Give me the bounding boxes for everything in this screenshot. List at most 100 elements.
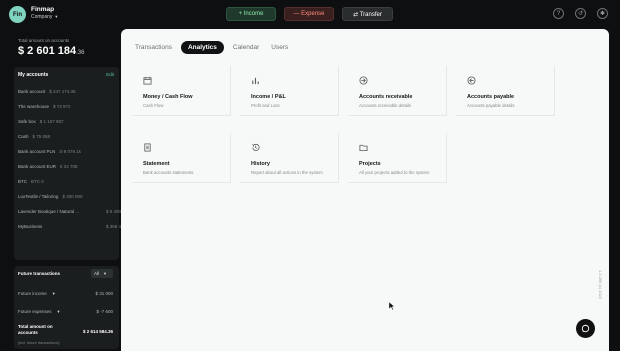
accounts-panel: My accounts Edit Bank account $ 247 174.3… bbox=[14, 67, 126, 260]
chat-support-button[interactable] bbox=[576, 319, 595, 338]
account-amount: $ 8 400 bbox=[106, 209, 122, 214]
chevron-down-icon: ▼ bbox=[103, 271, 107, 276]
help-icon[interactable]: ? bbox=[553, 8, 564, 19]
report-card-cash-flow[interactable]: Money / Cash Flow Cash Flow bbox=[132, 66, 231, 116]
chevron-down-icon: ▼ bbox=[56, 309, 61, 314]
chat-bubble-icon bbox=[581, 324, 590, 333]
account-name: Bank account EUR bbox=[18, 164, 57, 169]
accounts-title: My accounts bbox=[18, 72, 49, 78]
app-name: Finmap bbox=[31, 6, 55, 13]
history-icon bbox=[252, 143, 260, 151]
card-description: Profit and Loss bbox=[251, 103, 280, 108]
card-title: Statement bbox=[143, 161, 170, 167]
company-selector[interactable]: Company ▼ bbox=[31, 14, 58, 20]
card-title: History bbox=[251, 161, 270, 167]
account-amount: BTC 0 bbox=[31, 179, 44, 184]
report-card-accounts-payable[interactable]: Accounts payable Accounts payable detail… bbox=[456, 66, 555, 116]
account-row[interactable]: Bank account $ 247 174.38 bbox=[18, 89, 76, 94]
bar-chart-icon bbox=[252, 77, 259, 85]
account-row[interactable]: The warehouse $ 73 972 bbox=[18, 104, 71, 109]
card-title: Projects bbox=[359, 161, 381, 167]
card-description: Accounts payable details bbox=[467, 103, 515, 108]
account-amount: $ 1 157 987 bbox=[39, 119, 64, 124]
card-title: Money / Cash Flow bbox=[143, 94, 193, 100]
add-income-button[interactable]: + Income bbox=[226, 7, 276, 21]
folder-icon bbox=[359, 144, 368, 152]
edit-accounts-link[interactable]: Edit bbox=[106, 72, 114, 77]
account-name: MyBusiness bbox=[18, 224, 43, 229]
account-row[interactable]: Lavender Boutique / Natural ... $ 8 400 bbox=[18, 209, 121, 214]
arrow-out-icon bbox=[467, 76, 476, 85]
account-row[interactable]: Cash $ 75 068 bbox=[18, 134, 50, 139]
account-name: Bank account PLN bbox=[18, 149, 56, 154]
card-description: Report about all actions in the system bbox=[251, 170, 323, 175]
future-transactions-title: Future transactions bbox=[18, 271, 61, 276]
account-amount: $ 247 174.38 bbox=[49, 89, 76, 94]
card-description: All your projects added to the system bbox=[359, 170, 430, 175]
future-filter-value: All bbox=[94, 271, 100, 276]
report-card-income-pl[interactable]: Income / P&L Profit and Loss bbox=[240, 66, 339, 116]
report-card-accounts-receivable[interactable]: Accounts receivable Accounts receivable … bbox=[348, 66, 447, 116]
app-logo[interactable]: Fin bbox=[9, 6, 26, 23]
card-title: Income / P&L bbox=[251, 94, 286, 100]
account-row[interactable]: LuxTextile / Tailoring $ 200 000 bbox=[18, 194, 82, 199]
company-label: Company bbox=[31, 14, 53, 20]
future-total-note: (incl. future transactions) bbox=[18, 341, 60, 345]
history-icon[interactable]: ↺ bbox=[575, 8, 586, 19]
total-amount-main: $ 2 601 184 bbox=[18, 45, 77, 57]
account-name: Lavender Boutique / Natural ... bbox=[18, 209, 80, 214]
report-card-projects[interactable]: Projects All your projects added to the … bbox=[348, 133, 447, 183]
sidebar: Total amount on accounts $ 2 601 184.36 … bbox=[12, 29, 126, 351]
total-amount-cents: .36 bbox=[76, 50, 85, 56]
chevron-down-icon: ▼ bbox=[54, 14, 59, 19]
account-amount: $ 73 972 bbox=[53, 104, 71, 109]
add-transfer-button[interactable]: ⇄ Transfer bbox=[342, 7, 393, 21]
future-transactions-panel: Future transactions All ▼ Future income ▼ … bbox=[14, 266, 119, 349]
main-content: Transactions Analytics Calendar Users Mo… bbox=[121, 29, 609, 351]
report-card-statement[interactable]: Statement Bank accounts statements bbox=[132, 133, 231, 183]
account-name: The warehouse bbox=[18, 104, 50, 109]
tab-transactions[interactable]: Transactions bbox=[132, 42, 175, 53]
top-bar: Fin Finmap Company ▼ + Income — Expense ⇄… bbox=[0, 0, 620, 28]
mouse-cursor-icon bbox=[389, 302, 395, 310]
account-name: Bank account bbox=[18, 89, 46, 94]
version-label: 1.2.289 (c) 2022 bbox=[598, 270, 603, 300]
account-row[interactable]: Bank account EUR € 34 708 bbox=[18, 164, 78, 169]
card-title: Accounts payable bbox=[467, 94, 515, 100]
total-amount-label: Total amount on accounts bbox=[18, 38, 70, 43]
future-income-toggle[interactable]: Future income ▼ bbox=[18, 291, 56, 296]
future-expenses-toggle[interactable]: Future expenses ▼ bbox=[18, 309, 61, 314]
account-row[interactable]: MyBusiness $ 368 400 bbox=[18, 224, 126, 229]
future-income-label: Future income bbox=[18, 291, 47, 296]
account-name: Safe box bbox=[18, 119, 36, 124]
card-description: Bank accounts statements bbox=[143, 170, 194, 175]
card-description: Cash Flow bbox=[143, 103, 164, 108]
document-icon bbox=[144, 143, 151, 152]
account-row[interactable]: Bank account PLN zł 8 079.1k bbox=[18, 149, 81, 154]
add-expense-button[interactable]: — Expense bbox=[284, 7, 334, 21]
tab-calendar[interactable]: Calendar bbox=[230, 42, 262, 53]
main-tabs: Transactions Analytics Calendar Users bbox=[132, 41, 291, 54]
account-amount: $ 200 000 bbox=[62, 194, 83, 199]
report-card-history[interactable]: History Report about all actions in the … bbox=[240, 133, 339, 183]
future-income-amount: $ 31 000 bbox=[95, 291, 113, 296]
account-amount: € 34 708 bbox=[60, 164, 78, 169]
future-total-label: Total amount on accounts bbox=[18, 324, 53, 335]
account-row[interactable]: Safe box $ 1 157 987 bbox=[18, 119, 64, 124]
account-amount: $ 75 068 bbox=[32, 134, 51, 139]
future-expenses-label: Future expenses bbox=[18, 309, 52, 314]
account-name: BTC bbox=[18, 179, 27, 184]
account-name: Cash bbox=[18, 134, 29, 139]
card-title: Accounts receivable bbox=[359, 94, 413, 100]
arrow-in-icon bbox=[359, 76, 368, 85]
account-row[interactable]: BTC BTC 0 bbox=[18, 179, 44, 184]
calendar-icon bbox=[143, 76, 152, 85]
tab-users[interactable]: Users bbox=[268, 42, 291, 53]
account-amount: zł 8 079.1k bbox=[59, 149, 82, 154]
future-filter-select[interactable]: All ▼ bbox=[91, 269, 113, 278]
settings-icon[interactable]: ✱ bbox=[597, 8, 608, 19]
total-amount-value: $ 2 601 184.36 bbox=[18, 45, 84, 57]
card-description: Accounts receivable details bbox=[359, 103, 412, 108]
tab-analytics[interactable]: Analytics bbox=[180, 41, 224, 54]
chevron-down-icon: ▼ bbox=[51, 291, 56, 296]
